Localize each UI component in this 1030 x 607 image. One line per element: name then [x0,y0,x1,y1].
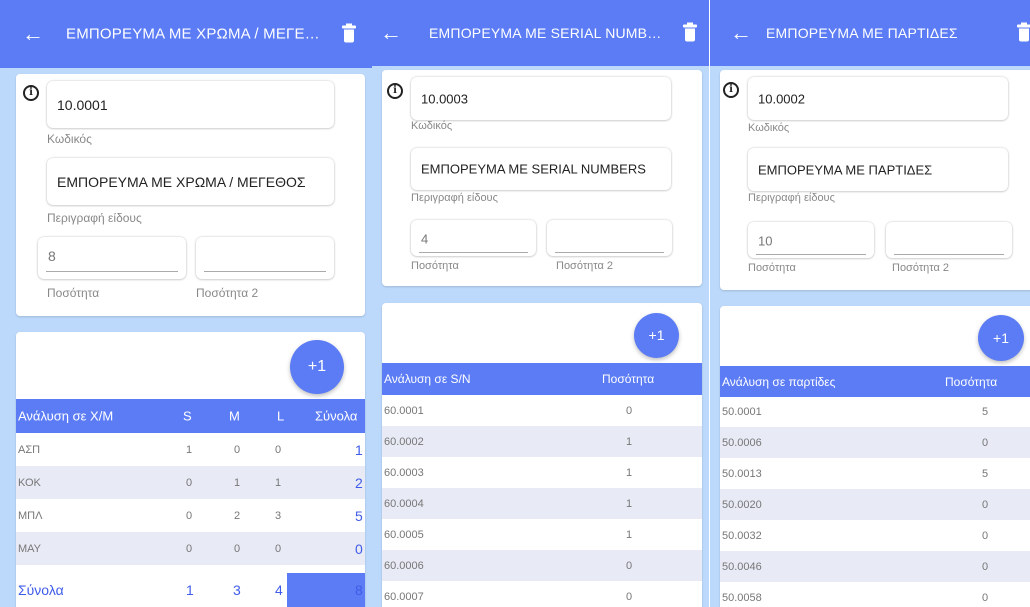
panel-color-size: ← ΕΜΠΟΡΕΥΜΑ ΜΕ ΧΡΩΜΑ / ΜΕΓΕ… i 10.0001 Κ… [0,0,372,607]
column-header: Ανάλυση σε S/N [384,372,471,386]
page-title: ΕΜΠΟΡΕΥΜΑ ΜΕ SERIAL NUMBE… [429,25,669,41]
table-row[interactable]: 60.0004 1 [382,488,702,519]
table-row[interactable]: 50.0020 0 [720,489,1030,520]
serial-breakdown-card: +1 Ανάλυση σε S/N Ποσότητα 60.0001 0 60.… [382,303,702,607]
quantity2-field[interactable] [886,222,1012,258]
table-row[interactable]: 50.0058 0 [720,582,1030,607]
quantity-field[interactable]: 8 [38,237,186,279]
table-row[interactable]: 50.0013 5 [720,458,1030,489]
grand-total-highlight [287,573,365,607]
table-row[interactable]: ΜΑΥ 0 0 0 0 [16,532,365,565]
table-row[interactable]: 50.0046 0 [720,551,1030,582]
code-field[interactable]: 10.0002 [748,77,1008,120]
table-footer-totals: Σύνολα 1 3 4 8 [16,573,365,607]
panel-batches: ← ΕΜΠΟΡΕΥΜΑ ΜΕ ΠΑΡΤΙΔΕΣ i 10.0002 Κωδικό… [710,0,1030,607]
column-header: L [277,408,285,424]
table-header: Ανάλυση σε παρτίδες Ποσότητα [720,366,1030,397]
app-bar: ← ΕΜΠΟΡΕΥΜΑ ΜΕ ΧΡΩΜΑ / ΜΕΓΕ… [0,0,372,68]
back-arrow-icon[interactable]: ← [380,22,402,44]
app-bar: ← ΕΜΠΟΡΕΥΜΑ ΜΕ ΠΑΡΤΙΔΕΣ [710,0,1030,66]
breakdown-card: +1 Ανάλυση σε Χ/Μ S M L Σύνολα ΑΣΠ 1 0 0… [16,332,365,607]
info-icon[interactable]: i [723,82,739,98]
quantity-label: Ποσότητα [47,286,100,300]
column-header: M [229,408,240,424]
code-label: Κωδικός [411,120,453,132]
column-header: S [183,408,192,424]
table-row[interactable]: 60.0006 0 [382,550,702,581]
page-title: ΕΜΠΟΡΕΥΜΑ ΜΕ ΠΑΡΤΙΔΕΣ [766,25,958,41]
table-row[interactable]: 50.0001 5 [720,397,1030,427]
quantity2-label: Ποσότητα 2 [196,286,259,300]
column-header: Σύνολα [315,408,358,424]
quantity-field[interactable]: 10 [748,222,874,258]
panel-serial-numbers: ← ΕΜΠΟΡΕΥΜΑ ΜΕ SERIAL NUMBE… i 10.0003 Κ… [372,0,709,607]
item-details-card: i 10.0003 Κωδικός ΕΜΠΟΡΕΥΜΑ ΜΕ SERIAL NU… [382,70,702,286]
add-one-button[interactable]: +1 [290,340,344,394]
table-row[interactable]: 60.0003 1 [382,457,702,488]
table-row[interactable]: 60.0005 1 [382,519,702,550]
back-arrow-icon[interactable]: ← [22,23,44,45]
code-field[interactable]: 10.0001 [47,81,334,128]
code-label: Κωδικός [47,132,92,146]
item-details-card: i 10.0001 Κωδικός ΕΜΠΟΡΕΥΜΑ ΜΕ ΧΡΩΜΑ / Μ… [16,74,365,316]
quantity2-field[interactable] [196,237,334,279]
item-details-card: i 10.0002 Κωδικός ΕΜΠΟΡΕΥΜΑ ΜΕ ΠΑΡΤΙΔΕΣ … [720,70,1030,290]
table-header: Ανάλυση σε S/N Ποσότητα [382,363,702,395]
quantity2-field[interactable] [547,220,672,256]
quantity2-label: Ποσότητα 2 [892,262,949,274]
table-header: Ανάλυση σε Χ/Μ S M L Σύνολα [16,399,365,433]
batch-breakdown-card: +1 Ανάλυση σε παρτίδες Ποσότητα 50.0001 … [720,306,1030,607]
table-row[interactable]: 60.0007 0 [382,581,702,607]
column-header: Ανάλυση σε Χ/Μ [18,408,114,424]
quantity-label: Ποσότητα [748,262,796,274]
code-field[interactable]: 10.0003 [411,77,671,120]
back-arrow-icon[interactable]: ← [730,22,752,44]
description-label: Περιγραφή είδους [411,192,498,204]
description-field[interactable]: ΕΜΠΟΡΕΥΜΑ ΜΕ SERIAL NUMBERS [411,148,671,190]
table-row[interactable]: 60.0001 0 [382,395,702,426]
app-bar: ← ΕΜΠΟΡΕΥΜΑ ΜΕ SERIAL NUMBE… [372,0,709,66]
description-label: Περιγραφή είδους [748,192,835,204]
table-row[interactable]: 60.0002 1 [382,426,702,457]
table-row[interactable]: 50.0032 0 [720,520,1030,551]
table-row[interactable]: 50.0006 0 [720,427,1030,458]
quantity-label: Ποσότητα [411,260,459,272]
code-label: Κωδικός [748,122,790,134]
column-header: Ποσότητα [602,372,655,386]
trash-icon[interactable] [342,23,356,43]
table-row[interactable]: ΚΟΚ 0 1 1 2 [16,466,365,499]
description-label: Περιγραφή είδους [47,211,142,225]
info-icon[interactable]: i [23,85,39,101]
trash-icon[interactable] [683,22,697,42]
trash-icon[interactable] [1017,22,1030,42]
column-header: Ανάλυση σε παρτίδες [722,374,836,389]
description-field[interactable]: ΕΜΠΟΡΕΥΜΑ ΜΕ ΧΡΩΜΑ / ΜΕΓΕΘΟΣ [47,158,334,205]
quantity2-label: Ποσότητα 2 [556,260,613,272]
add-one-button[interactable]: +1 [634,313,679,358]
description-field[interactable]: ΕΜΠΟΡΕΥΜΑ ΜΕ ΠΑΡΤΙΔΕΣ [748,148,1008,191]
page-title: ΕΜΠΟΡΕΥΜΑ ΜΕ ΧΡΩΜΑ / ΜΕΓΕ… [66,25,320,43]
column-header: Ποσότητα [945,374,998,389]
info-icon[interactable]: i [387,83,403,99]
table-row[interactable]: ΜΠΛ 0 2 3 5 [16,499,365,532]
table-row[interactable]: ΑΣΠ 1 0 0 1 [16,433,365,466]
quantity-field[interactable]: 4 [411,220,536,256]
add-one-button[interactable]: +1 [978,315,1024,361]
